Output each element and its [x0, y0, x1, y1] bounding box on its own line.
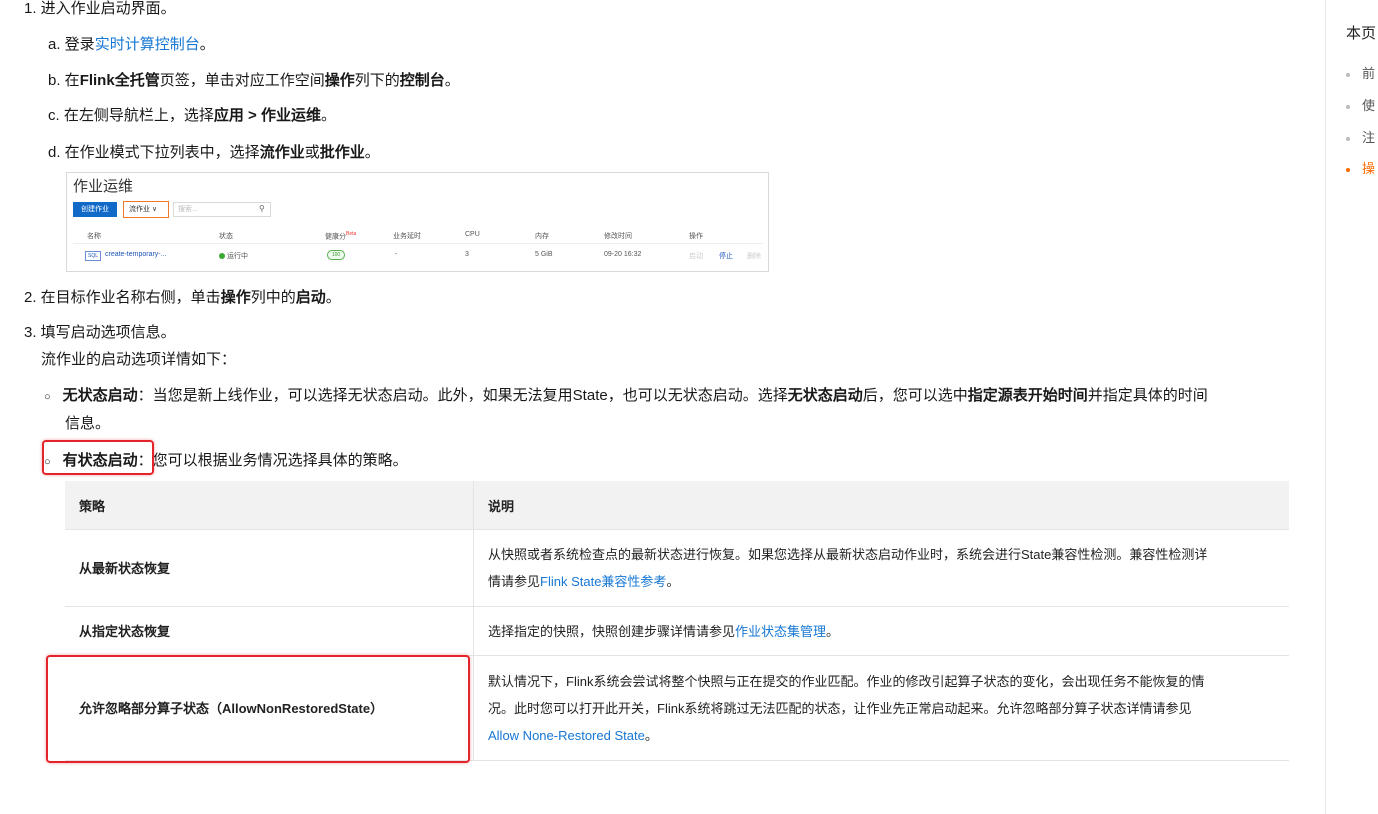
toc-item-1[interactable]: 前 [1346, 63, 1375, 82]
job-name: create-temporary-... [105, 251, 167, 258]
bullet-stateless-cont: 信息。 [65, 415, 111, 432]
step-3: 3. 填写启动选项信息。 [24, 324, 176, 341]
toc-title: 本页 [1346, 25, 1377, 42]
col-action: 操作 [689, 233, 703, 240]
col-time: 修改时间 [604, 233, 632, 240]
toc-item-2[interactable]: 使 [1346, 95, 1375, 114]
job-cpu: 3 [465, 251, 469, 258]
col-cpu: CPU [465, 231, 480, 238]
table-row: 从指定状态恢复 选择指定的快照，快照创建步骤详情请参见作业状态集管理。 [65, 606, 1289, 656]
step-1c: c. 在左侧导航栏上，选择应用 > 作业运维。 [48, 107, 336, 124]
col-name: 名称 [87, 233, 101, 240]
running-icon [219, 253, 225, 260]
job-time: 09-20 16:32 [604, 251, 642, 258]
circle-bullet-icon: ○ [44, 391, 51, 403]
state-set-mgmt-link[interactable]: 作业状态集管理 [735, 624, 826, 639]
col-mem: 内存 [535, 233, 549, 240]
job-mode-select: 流作业 ∨ [123, 201, 169, 218]
allow-non-restored-link[interactable]: Allow None-Restored State [488, 728, 645, 743]
step-1b: b. 在Flink全托管页签，单击对应工作空间操作列下的控制台。 [48, 72, 460, 89]
screenshot-job-row: SQL create-temporary-... 运行中 100 - 3 5 G… [73, 249, 763, 263]
realtime-console-link[interactable]: 实时计算控制台 [95, 36, 200, 53]
screenshot-header-row: 名称 状态 健康分Beta 业务延时 CPU 内存 修改时间 操作 [73, 229, 763, 244]
job-delay: - [395, 251, 398, 258]
flink-state-compat-link[interactable]: Flink State兼容性参考 [540, 574, 666, 589]
bullet-stateless: ○ 无状态启动：当您是新上线作业，可以选择无状态启动。此外，如果无法复用State… [44, 387, 1208, 404]
step-3-sub: 流作业的启动选项详情如下： [41, 351, 237, 368]
job-action-stop: 停止 [719, 253, 733, 260]
desc-allow-nonrestored: 默认情况下，Flink系统会尝试将整个快照与正在提交的作业匹配。作业的修改引起算… [473, 655, 1289, 761]
toc-item-4-active[interactable]: 操 [1346, 158, 1375, 177]
step-1d: d. 在作业模式下拉列表中，选择流作业或批作业。 [48, 144, 380, 161]
job-action-delete: 删除 [747, 253, 761, 260]
job-ops-screenshot: 作业运维 创建作业 流作业 ∨ 搜索... ⚲ 名称 状态 健康分Beta 业务… [66, 172, 769, 272]
col-status: 状态 [219, 233, 233, 240]
step-1: 1. 进入作业启动界面。 [24, 0, 176, 17]
job-action-start: 启动 [689, 253, 703, 260]
toc-item-3[interactable]: 注 [1346, 127, 1375, 146]
health-score: 100 [327, 250, 345, 260]
header-strategy: 策略 [65, 481, 474, 530]
job-status: 运行中 [219, 251, 248, 261]
screenshot-title: 作业运维 [73, 178, 134, 195]
highlight-box-stateful [42, 440, 154, 475]
header-desc: 说明 [473, 481, 1289, 530]
search-icon: ⚲ [259, 204, 265, 213]
job-mem: 5 GiB [535, 251, 553, 258]
step-1a: a. 登录实时计算控制台。 [48, 36, 215, 53]
sql-badge: SQL [85, 251, 101, 261]
create-job-button: 创建作业 [73, 202, 117, 217]
strategy-latest: 从最新状态恢复 [65, 529, 474, 607]
table-header-row: 策略 说明 [65, 481, 1289, 530]
strategy-specified: 从指定状态恢复 [65, 606, 474, 656]
highlight-box-allow-nonrestored [46, 655, 470, 763]
desc-specified: 选择指定的快照，快照创建步骤详情请参见作业状态集管理。 [473, 606, 1289, 656]
desc-latest: 从快照或者系统检查点的最新状态进行恢复。如果您选择从最新状态启动作业时，系统会进… [473, 529, 1289, 607]
table-row: 从最新状态恢复 从快照或者系统检查点的最新状态进行恢复。如果您选择从最新状态启动… [65, 529, 1289, 607]
search-input: 搜索... [173, 202, 271, 217]
toc-divider [1325, 0, 1326, 814]
col-health: 健康分Beta [325, 231, 357, 241]
step-2: 2. 在目标作业名称右侧，单击操作列中的启动。 [24, 289, 341, 306]
col-delay: 业务延时 [393, 233, 421, 240]
